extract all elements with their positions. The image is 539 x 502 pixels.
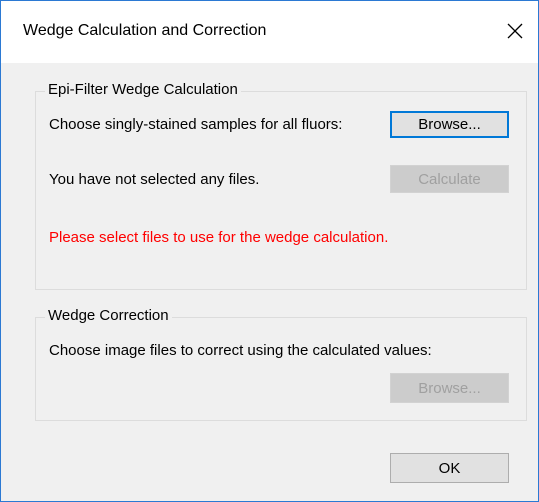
choose-images-label: Choose image files to correct using the … (49, 342, 432, 359)
close-icon (507, 23, 523, 39)
browse-images-button[interactable]: Browse... (390, 373, 509, 403)
close-button[interactable] (492, 1, 538, 63)
window-title: Wedge Calculation and Correction (23, 22, 267, 39)
choose-samples-label: Choose singly-stained samples for all fl… (49, 116, 343, 133)
epi-filter-group-label: Epi-Filter Wedge Calculation (45, 81, 241, 98)
selection-status-label: You have not selected any files. (49, 171, 260, 188)
warning-message: Please select files to use for the wedge… (49, 229, 389, 246)
wedge-dialog: Wedge Calculation and Correction Epi-Fil… (0, 0, 539, 502)
wedge-correction-group-label: Wedge Correction (45, 307, 172, 324)
ok-button[interactable]: OK (390, 453, 509, 483)
browse-samples-button[interactable]: Browse... (390, 111, 509, 138)
calculate-button[interactable]: Calculate (390, 165, 509, 193)
title-bar[interactable]: Wedge Calculation and Correction (1, 1, 538, 63)
wedge-correction-group (35, 317, 527, 421)
